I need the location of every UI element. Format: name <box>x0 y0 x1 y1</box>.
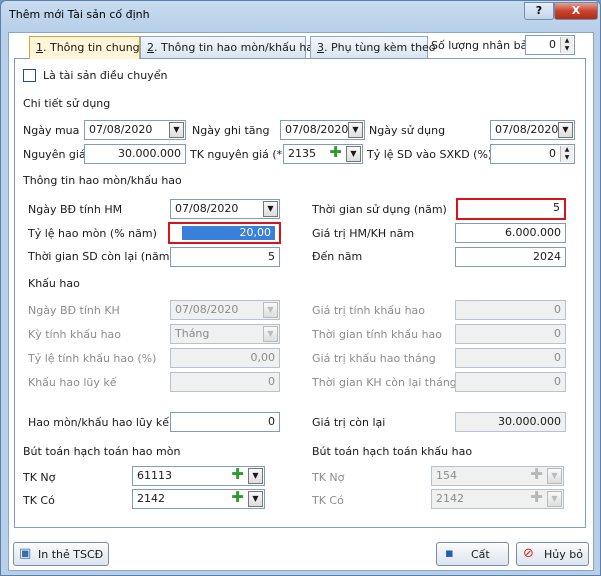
account-field[interactable]: 2135 ✚ ▼ <box>283 144 363 164</box>
chevron-down-icon[interactable]: ▼ <box>248 491 263 507</box>
chevron-down-icon: ▼ <box>547 491 562 507</box>
account-label: TK nguyên giá (*) <box>190 148 287 161</box>
hm-credit-label: TK Có <box>23 494 55 507</box>
useful-life-field[interactable]: 5 <box>458 200 564 218</box>
kh-value-label: Giá trị tính khấu hao <box>312 304 426 317</box>
record-date-field[interactable]: 07/08/2020 ▼ <box>280 120 365 140</box>
kh-start-date-field: 07/08/2020 ▼ <box>170 300 280 320</box>
title-bar: Thêm mới Tài sản cố định ? X <box>1 1 600 29</box>
cost-label: Nguyên giá <box>23 148 86 161</box>
record-date-label: Ngày ghi tăng <box>192 124 270 137</box>
chevron-down-icon[interactable]: ▼ <box>248 468 263 484</box>
use-date-field[interactable]: 07/08/2020 ▼ <box>490 120 575 140</box>
sxkd-label: Tỷ lệ SD vào SXKD (%) <box>367 148 493 161</box>
kh-rate-label: Tỷ lệ tính khấu hao (%) <box>28 352 157 365</box>
chevron-down-icon[interactable]: ▼ <box>169 122 184 138</box>
transfer-checkbox[interactable] <box>23 69 36 82</box>
kh-accum-label: Khấu hao lũy kế <box>28 376 117 389</box>
depreciation-section-title: Thông tin hao mòn/khấu hao <box>23 174 182 187</box>
copies-stepper[interactable]: 0 ▲ ▼ <box>525 35 575 55</box>
add-icon[interactable]: ✚ <box>229 490 246 507</box>
kh-monthly-label: Giá trị khấu hao tháng <box>312 352 436 365</box>
useful-life-label: Thời gian sử dụng (năm) <box>312 203 447 216</box>
total-accum-label: Hao mòn/khấu hao lũy kế <box>28 416 170 429</box>
window-title: Thêm mới Tài sản cố định <box>9 8 150 21</box>
hm-rate-label: Tỷ lệ hao mòn (% năm) <box>28 227 157 240</box>
kh-period-field: Tháng ▼ <box>170 324 280 344</box>
total-accum-field[interactable]: 0 <box>170 412 280 432</box>
tab-depreciation-info[interactable]: 2. Thông tin hao mòn/khấu hao <box>140 36 320 58</box>
copies-label: Số lượng nhân bản <box>431 39 535 52</box>
close-button[interactable]: X <box>554 2 598 20</box>
amortization-section-title: Khấu hao <box>28 277 80 290</box>
residual-value-field: 30.000.000 <box>455 412 566 432</box>
add-icon[interactable]: ✚ <box>327 145 344 162</box>
until-year-field[interactable]: 2024 <box>455 247 566 267</box>
transfer-label: Là tài sản điều chuyển <box>43 69 168 82</box>
kh-remain-field: 0 <box>455 372 566 392</box>
cancel-button[interactable]: ⊘ Hủy bỏ <box>516 542 589 566</box>
chevron-down-icon: ▼ <box>263 326 278 342</box>
sxkd-stepper[interactable]: 0 ▲ ▼ <box>490 144 575 164</box>
hm-credit-account-field[interactable]: 2142 ✚ ▼ <box>132 489 265 509</box>
kh-value-field: 0 <box>455 300 566 320</box>
print-card-button[interactable]: ▣ In thẻ TSCĐ <box>13 542 109 566</box>
floppy-disk-icon: ▪ <box>445 546 454 561</box>
kh-accum-field: 0 <box>170 372 280 392</box>
usage-section-title: Chi tiết sử dụng <box>23 97 111 110</box>
until-year-label: Đến năm <box>312 250 363 263</box>
add-icon: ✚ <box>530 489 543 506</box>
kh-debit-account-field: 154 ✚ ▼ <box>431 466 564 486</box>
chevron-down-icon: ▼ <box>547 468 562 484</box>
chevron-down-icon: ▼ <box>263 302 278 318</box>
use-date-label: Ngày sử dụng <box>369 124 446 137</box>
kh-monthly-field: 0 <box>455 348 566 368</box>
hm-debit-account-field[interactable]: 61113 ✚ ▼ <box>132 466 265 486</box>
chevron-down-icon[interactable]: ▼ <box>346 146 361 162</box>
printer-icon: ▣ <box>19 546 32 561</box>
kh-time-label: Thời gian tính khấu hao <box>312 328 443 341</box>
kh-credit-label: TK Có <box>312 494 344 507</box>
hm-entries-title: Bút toán hạch toán hao mòn <box>23 445 181 458</box>
chevron-down-icon[interactable]: ▼ <box>558 122 573 138</box>
add-icon: ✚ <box>530 466 543 483</box>
help-button[interactable]: ? <box>524 2 554 20</box>
hm-rate-field[interactable]: 20,00 <box>170 224 279 242</box>
chevron-down-icon[interactable]: ▼ <box>263 201 278 217</box>
remaining-life-field[interactable]: 5 <box>170 247 280 267</box>
save-button[interactable]: ▪ Cất <box>436 542 509 566</box>
tab-general-info[interactable]: 1. Thông tin chung <box>29 36 140 59</box>
residual-value-label: Giá trị còn lại <box>312 416 386 429</box>
yearly-value-label: Giá trị HM/KH năm <box>312 227 415 240</box>
kh-remain-label: Thời gian KH còn lại tháng <box>312 376 457 389</box>
yearly-value-field[interactable]: 6.000.000 <box>455 223 566 243</box>
hm-debit-label: TK Nợ <box>23 471 56 484</box>
buy-date-field[interactable]: 07/08/2020 ▼ <box>84 120 186 140</box>
hm-start-date-field[interactable]: 07/08/2020 ▼ <box>170 199 280 219</box>
kh-debit-label: TK Nợ <box>312 471 345 484</box>
kh-start-label: Ngày BĐ tính KH <box>28 304 120 317</box>
kh-period-label: Kỳ tính khấu hao <box>28 328 122 341</box>
cost-field[interactable]: 30.000.000 <box>84 144 186 164</box>
kh-credit-account-field: 2142 ✚ ▼ <box>431 489 564 509</box>
kh-rate-field: 0,00 <box>170 348 280 368</box>
tab-spare-parts[interactable]: 3. Phụ tùng kèm theo <box>310 36 436 58</box>
kh-entries-title: Bút toán hạch toán khấu hao <box>312 445 473 458</box>
hm-start-label: Ngày BĐ tính HM <box>28 203 123 216</box>
cancel-icon: ⊘ <box>523 546 534 561</box>
chevron-down-icon[interactable]: ▼ <box>348 122 363 138</box>
buy-date-label: Ngày mua <box>23 124 80 137</box>
kh-time-field: 0 <box>455 324 566 344</box>
remaining-life-label: Thời gian SD còn lại (năm) <box>28 250 174 263</box>
add-icon[interactable]: ✚ <box>229 467 246 484</box>
